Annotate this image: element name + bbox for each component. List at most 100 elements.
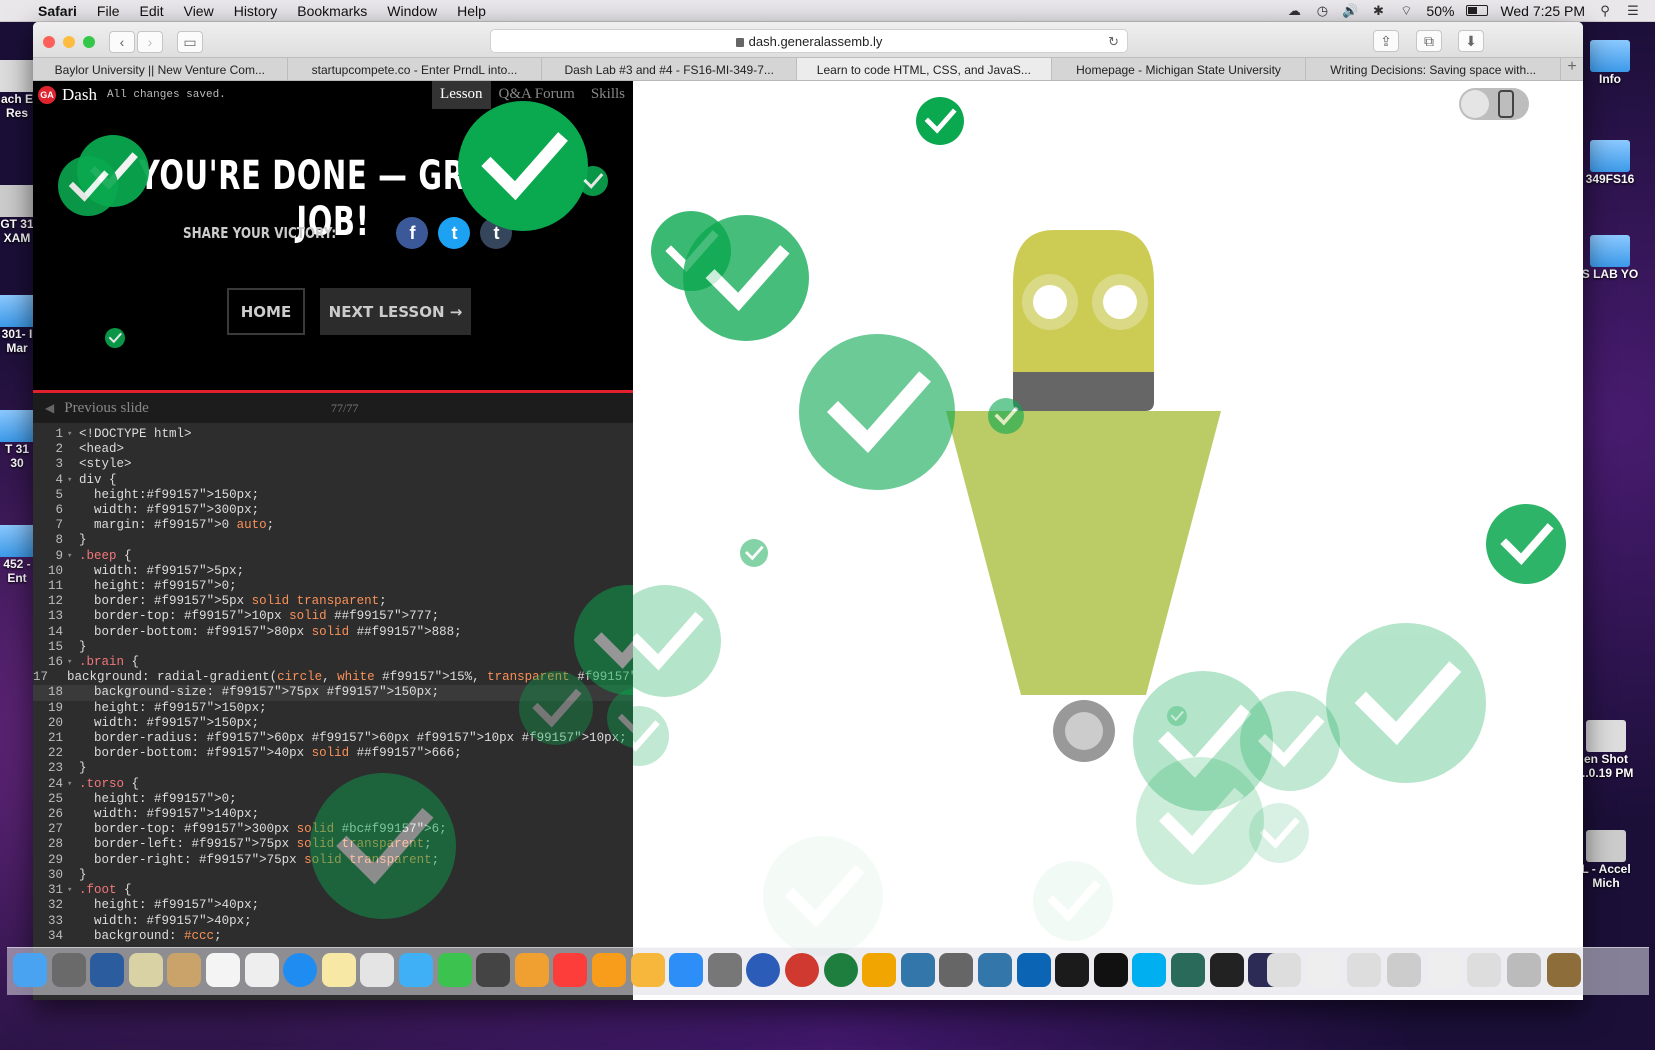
document-icon[interactable] [1387, 953, 1421, 987]
code-line[interactable]: 22 border-bottom: #f99157">40px solid ##… [33, 746, 633, 761]
code-line[interactable]: 7 margin: #f99157">0 auto; [33, 518, 633, 533]
fold-arrow-icon[interactable]: ▾ [67, 473, 79, 488]
photo-booth-icon[interactable] [360, 953, 395, 987]
code-line[interactable]: 3 <style> [33, 457, 633, 472]
forward-button[interactable]: › [137, 31, 163, 53]
menu-bookmarks[interactable]: Bookmarks [287, 3, 377, 19]
code-line[interactable]: 1 ▾ <!DOCTYPE html> [33, 427, 633, 442]
garageband-icon[interactable] [630, 953, 665, 987]
safari-icon[interactable] [283, 953, 318, 987]
app-store-icon[interactable] [669, 953, 704, 987]
document-icon[interactable] [1307, 953, 1341, 987]
code-line[interactable]: 12 border: #f99157">5px solid transparen… [33, 594, 633, 609]
back-button[interactable]: ‹ [109, 31, 135, 53]
code-line[interactable]: 31 ▾ .foot { [33, 883, 633, 898]
desktop-folder[interactable]: Info [1587, 40, 1633, 86]
browser-tab[interactable]: Dash Lab #3 and #4 - FS16-MI-349-7... [542, 58, 798, 80]
sidebar-toggle-icon[interactable]: ▭ [177, 31, 203, 53]
desktop-file[interactable]: en Shot ...0.19 PM [1579, 720, 1633, 780]
menu-app-name[interactable]: Safari [28, 3, 87, 19]
code-line[interactable]: 2 <head> [33, 442, 633, 457]
music-icon[interactable] [553, 953, 588, 987]
code-line[interactable]: 24 ▾ .torso { [33, 777, 633, 792]
app-icon[interactable] [1547, 953, 1581, 987]
code-line[interactable]: 14 border-bottom: #f99157">80px solid ##… [33, 625, 633, 640]
keychain-icon[interactable] [978, 953, 1012, 987]
terminal-icon[interactable] [1055, 953, 1090, 987]
code-line[interactable]: 11 height: #f99157">0; [33, 579, 633, 594]
menu-history[interactable]: History [224, 3, 288, 19]
menu-window[interactable]: Window [377, 3, 447, 19]
code-line[interactable]: 10 width: #f99157">5px; [33, 564, 633, 579]
new-tab-button[interactable]: + [1561, 58, 1583, 80]
code-line[interactable]: 9 ▾ .beep { [33, 549, 633, 564]
menu-clock[interactable]: Wed 7:25 PM [1500, 3, 1585, 19]
close-window-button[interactable] [43, 36, 55, 48]
launchpad-icon[interactable] [51, 953, 86, 987]
notification-center-icon[interactable]: ☰ [1625, 3, 1641, 18]
zoom-window-button[interactable] [83, 36, 95, 48]
code-line[interactable]: 25 height: #f99157">0; [33, 792, 633, 807]
downloads-icon[interactable]: ⬇ [1458, 30, 1484, 52]
browser-tab[interactable]: startupcompete.co - Enter PrndL into... [288, 58, 543, 80]
fold-arrow-icon[interactable]: ▾ [67, 549, 79, 564]
share-icon[interactable]: ⇪ [1373, 30, 1399, 52]
chevron-left-icon[interactable]: ◀ [45, 401, 54, 416]
facetime-icon[interactable] [437, 953, 472, 987]
system-preferences-icon[interactable] [707, 953, 742, 987]
powerpoint-icon[interactable] [785, 953, 819, 987]
fold-arrow-icon[interactable]: ▾ [67, 427, 79, 442]
photo-booth-icon[interactable] [476, 953, 511, 987]
browser-tab[interactable]: Writing Decisions: Saving space with... [1306, 58, 1562, 80]
skype-icon[interactable] [1132, 953, 1167, 987]
menu-view[interactable]: View [174, 3, 224, 19]
code-line[interactable]: 18 background-size: #f99157">75px #f9915… [33, 685, 633, 701]
show-tabs-icon[interactable]: ⧉ [1416, 30, 1442, 52]
previous-slide-link[interactable]: Previous slide [64, 400, 149, 417]
fold-arrow-icon[interactable]: ▾ [67, 777, 79, 792]
address-bar[interactable]: dash.generalassemb.ly ↻ [490, 29, 1128, 53]
excel-icon[interactable] [823, 953, 858, 987]
document-icon[interactable] [1427, 953, 1461, 987]
calendar-icon[interactable] [206, 953, 240, 987]
code-line[interactable]: 6 width: #f99157">300px; [33, 503, 633, 518]
code-line[interactable]: 21 border-radius: #f99157">60px #f99157"… [33, 731, 633, 746]
code-line[interactable]: 28 border-left: #f99157">75px solid tran… [33, 837, 633, 852]
code-line[interactable]: 13 border-top: #f99157">10px solid ##f99… [33, 609, 633, 624]
desktop-file[interactable]: L - Accel Mich [1581, 830, 1631, 890]
code-editor[interactable]: 1 ▾ <!DOCTYPE html> 2 <head> 3 <style> 4 ▾ div {5… [33, 423, 633, 1000]
network-icon[interactable] [939, 953, 974, 987]
creative-cloud-icon[interactable]: ☁ [1286, 3, 1302, 18]
preview-icon[interactable] [128, 953, 163, 987]
code-line[interactable]: 29 border-right: #f99157">75px solid tra… [33, 853, 633, 868]
ibooks-icon[interactable] [592, 953, 626, 987]
menu-edit[interactable]: Edit [129, 3, 173, 19]
notes-icon[interactable] [321, 953, 356, 987]
code-line[interactable]: 23} [33, 761, 633, 776]
activity-monitor-icon[interactable] [1093, 953, 1128, 987]
reminders-icon[interactable] [244, 953, 279, 987]
document-icon[interactable] [1467, 953, 1501, 987]
spotlight-icon[interactable]: ⚲ [1597, 3, 1613, 18]
outlook-icon[interactable] [862, 953, 897, 987]
photos-icon[interactable] [514, 953, 549, 987]
code-line[interactable]: 32 height: #f99157">40px; [33, 898, 633, 913]
minimize-window-button[interactable] [63, 36, 75, 48]
code-line[interactable]: 15} [33, 640, 633, 655]
menu-help[interactable]: Help [447, 3, 496, 19]
code-line[interactable]: 5 height:#f99157">150px; [33, 488, 633, 503]
code-line[interactable]: 20 width: #f99157">150px; [33, 716, 633, 731]
code-line[interactable]: 8} [33, 533, 633, 548]
menu-file[interactable]: File [87, 3, 130, 19]
atom-icon[interactable] [1171, 953, 1205, 987]
code-line[interactable]: 16 ▾ .brain { [33, 655, 633, 670]
league-icon[interactable] [1016, 953, 1051, 987]
code-line[interactable]: 4 ▾ div { [33, 473, 633, 488]
browser-tab[interactable]: Homepage - Michigan State University [1052, 58, 1307, 80]
document-icon[interactable] [1347, 953, 1381, 987]
time-machine-icon[interactable]: ◷ [1314, 3, 1330, 18]
code-line[interactable]: 26 width: #f99157">140px; [33, 807, 633, 822]
browser-tab[interactable]: Baylor University || New Venture Com... [33, 58, 288, 80]
code-line[interactable]: 33 width: #f99157">40px; [33, 914, 633, 929]
wifi-icon[interactable]: ⌔ [1398, 3, 1414, 18]
